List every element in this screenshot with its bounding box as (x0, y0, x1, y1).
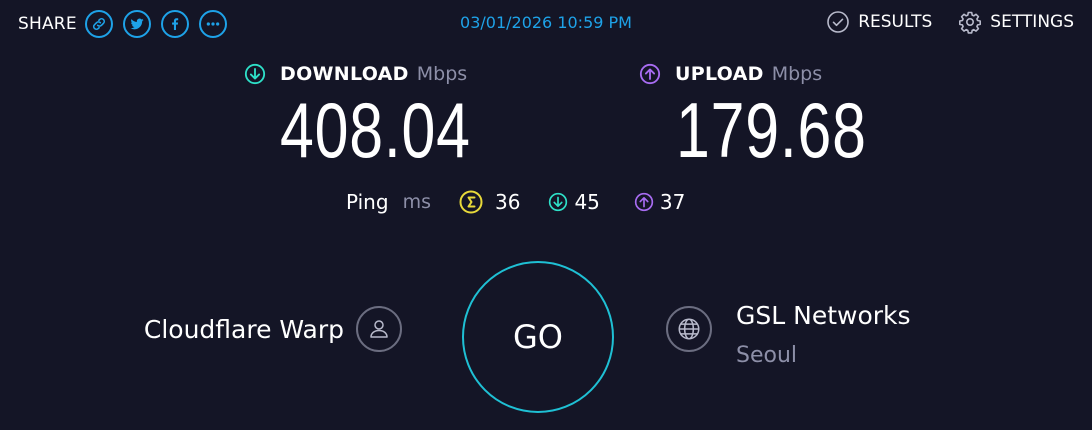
results-label: RESULTS (858, 12, 933, 32)
download-unit: Mbps (416, 63, 468, 85)
share-link-button[interactable] (84, 10, 113, 38)
download-arrow-icon (244, 63, 266, 85)
ping-upload: 37 (634, 190, 685, 214)
ping-label: Ping (346, 190, 389, 214)
upload-speed: 179.68 (676, 86, 867, 174)
facebook-icon (171, 18, 178, 30)
share-more-button[interactable] (198, 10, 227, 38)
link-icon (92, 17, 105, 31)
settings-link[interactable]: SETTINGS (958, 10, 1074, 34)
user-icon (370, 320, 388, 338)
ping-upload-value: 37 (659, 190, 686, 214)
change-server-button[interactable] (666, 306, 712, 352)
ping-idle: 36 (459, 190, 520, 214)
download-header: DOWNLOAD Mbps (244, 63, 467, 85)
idle-latency-icon (459, 190, 483, 214)
upload-header: UPLOAD Mbps (639, 63, 822, 85)
results-link[interactable]: RESULTS (826, 10, 932, 34)
go-label: GO (513, 318, 563, 356)
download-speed: 408.04 (280, 86, 471, 174)
upload-label: UPLOAD (675, 63, 764, 85)
change-provider-button[interactable] (356, 306, 402, 352)
settings-label: SETTINGS (990, 12, 1074, 32)
upload-arrow-icon (639, 63, 661, 85)
ping-download-value: 45 (574, 190, 600, 214)
twitter-icon (130, 18, 144, 30)
top-nav: RESULTS SETTINGS (800, 10, 1074, 34)
check-circle-icon (827, 11, 850, 33)
share-facebook-button[interactable] (160, 10, 189, 38)
gear-icon (959, 11, 982, 34)
server-location: Seoul (736, 343, 798, 368)
ping-unit: ms (402, 191, 431, 213)
download-label: DOWNLOAD (280, 63, 409, 85)
share-label: SHARE (18, 14, 77, 34)
server-name[interactable]: GSL Networks (736, 301, 911, 330)
ping-download: 45 (548, 190, 600, 214)
share-bar: SHARE (18, 8, 237, 40)
ping-row: Ping ms 36 45 37 (346, 190, 713, 214)
ping-idle-value: 36 (494, 190, 521, 214)
upload-unit: Mbps (771, 63, 823, 85)
more-icon (206, 22, 220, 26)
go-button[interactable]: GO (462, 261, 614, 413)
globe-icon (678, 318, 700, 340)
upload-latency-icon (634, 192, 654, 212)
provider-name: Cloudflare Warp (143, 315, 344, 344)
download-latency-icon (549, 192, 568, 212)
share-twitter-button[interactable] (122, 10, 151, 38)
